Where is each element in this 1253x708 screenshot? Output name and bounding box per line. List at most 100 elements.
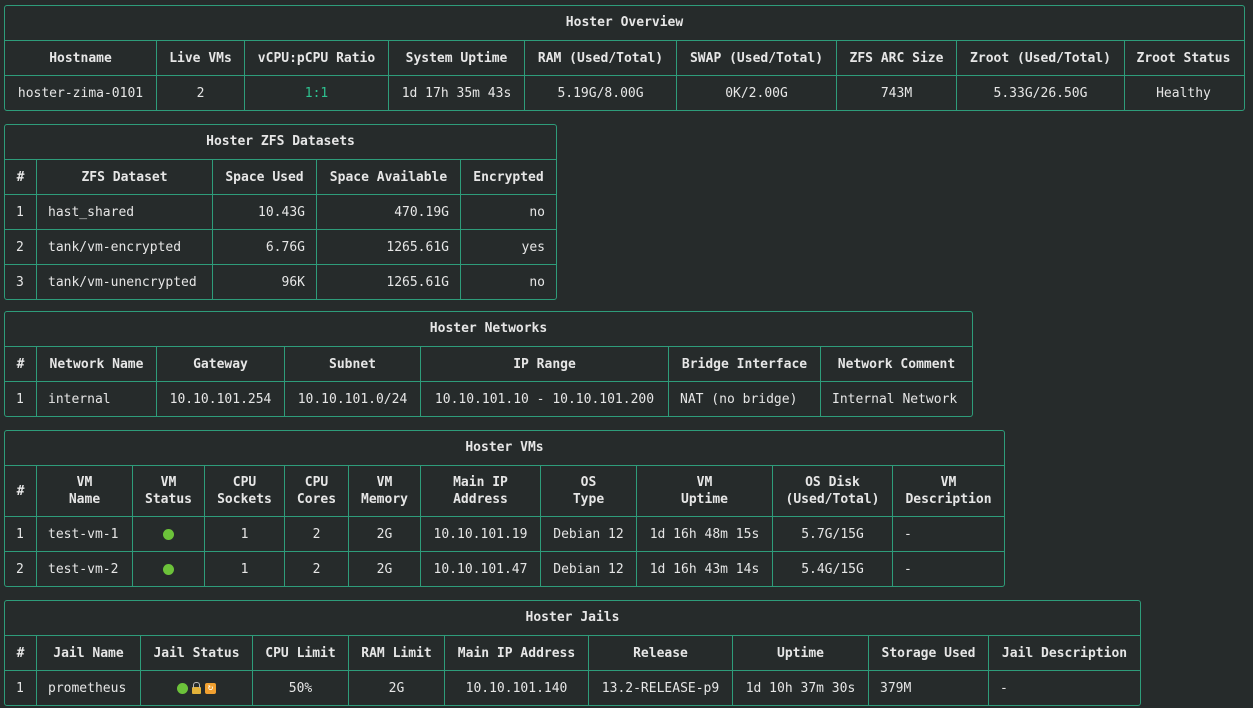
vm-memory: 2G bbox=[349, 517, 421, 551]
column-header: # bbox=[5, 636, 37, 670]
panel-title: Hoster Networks bbox=[5, 312, 972, 347]
cpu-ratio-cell: 1:1 bbox=[245, 76, 389, 110]
column-header: # bbox=[5, 160, 37, 194]
column-header: Network Name bbox=[37, 347, 157, 381]
header-line: Name bbox=[68, 492, 101, 507]
encrypted-flag: no bbox=[529, 204, 545, 220]
release: 13.2-RELEASE-p9 bbox=[589, 671, 733, 705]
column-header: Encrypted bbox=[473, 169, 544, 185]
row-index: 2 bbox=[5, 230, 37, 264]
dataset-name: tank/vm-unencrypted bbox=[37, 265, 213, 299]
column-header: Space Available bbox=[317, 160, 461, 194]
dataset-name: hast_shared bbox=[37, 195, 213, 229]
vm-uptime: 1d 16h 43m 14s bbox=[637, 552, 773, 586]
space-used: 6.76G bbox=[213, 230, 317, 264]
ip-range: 10.10.101.10 - 10.10.101.200 bbox=[421, 382, 669, 416]
column-header: Main IP Address bbox=[421, 466, 541, 516]
row-index: 3 bbox=[5, 265, 37, 299]
header-line: VM bbox=[160, 475, 177, 490]
header-line: Main IP bbox=[453, 475, 508, 490]
column-header: Main IP Address bbox=[445, 636, 589, 670]
ram-limit: 2G bbox=[349, 671, 445, 705]
main-ip: 10.10.101.19 bbox=[421, 517, 541, 551]
table-header-row: # VM Name VM Status CPU Sockets CPU Cores VM… bbox=[5, 466, 1004, 517]
header-line: OS bbox=[580, 475, 597, 490]
column-header: Live VMs bbox=[157, 41, 245, 75]
hoster-overview-panel: Hoster Overview Hostname Live VMs vCPU:p… bbox=[4, 5, 1245, 111]
panel-title: Hoster VMs bbox=[5, 431, 1004, 466]
column-header: Gateway bbox=[157, 347, 285, 381]
cpu-cores: 2 bbox=[285, 517, 349, 551]
subnet: 10.10.101.0/24 bbox=[285, 382, 421, 416]
cpu-limit: 50% bbox=[253, 671, 349, 705]
header-line: OS Disk bbox=[805, 475, 860, 490]
running-dot-icon bbox=[163, 563, 174, 575]
header-line: CPU bbox=[232, 475, 257, 490]
vm-name: test-vm-2 bbox=[37, 552, 133, 586]
vm-memory: 2G bbox=[349, 552, 421, 586]
space-used: 96K bbox=[213, 265, 317, 299]
header-line: Cores bbox=[296, 492, 337, 507]
header-line: Uptime bbox=[681, 492, 728, 507]
running-dot-icon bbox=[177, 682, 188, 694]
column-header: Uptime bbox=[733, 636, 869, 670]
cpu-sockets: 1 bbox=[205, 552, 285, 586]
panel-title: Hoster Jails bbox=[5, 601, 1140, 636]
row-index: 1 bbox=[5, 517, 37, 551]
space-available: 1265.61G bbox=[317, 265, 461, 299]
jail-status: ↻ bbox=[141, 671, 253, 705]
vm-description: - bbox=[904, 561, 912, 577]
column-header: vCPU:pCPU Ratio bbox=[245, 41, 389, 75]
row-index: 1 bbox=[5, 671, 37, 705]
vm-uptime: 1d 16h 48m 15s bbox=[637, 517, 773, 551]
column-header: RAM Limit bbox=[349, 636, 445, 670]
vms-panel: Hoster VMs # VM Name VM Status CPU Sockets … bbox=[4, 430, 1005, 587]
header-line: Address bbox=[453, 492, 508, 507]
table-header-row: # Network Name Gateway Subnet IP Range B… bbox=[5, 347, 972, 382]
column-header: VM Uptime bbox=[637, 466, 773, 516]
column-header: IP Range bbox=[421, 347, 669, 381]
network-name: internal bbox=[37, 382, 157, 416]
panel-title: Hoster Overview bbox=[5, 6, 1244, 41]
ram-cell: 5.19G/8.00G bbox=[525, 76, 677, 110]
column-header: Jail Status bbox=[141, 636, 253, 670]
table-header-row: # ZFS Dataset Space Used Space Available… bbox=[5, 160, 556, 195]
header-line: (Used/Total) bbox=[785, 492, 880, 507]
table-header-row: # Jail Name Jail Status CPU Limit RAM Li… bbox=[5, 636, 1140, 671]
space-used: 10.43G bbox=[213, 195, 317, 229]
column-header: Jail Name bbox=[37, 636, 141, 670]
column-header: CPU Limit bbox=[253, 636, 349, 670]
header-line: VM bbox=[376, 475, 393, 490]
header-line: VM bbox=[940, 475, 957, 490]
cpu-cores: 2 bbox=[285, 552, 349, 586]
column-header: VM Memory bbox=[349, 466, 421, 516]
column-header: # bbox=[5, 466, 37, 516]
table-row: 1 test-vm-1 1 2 2G 10.10.101.19 Debian 1… bbox=[5, 517, 1004, 552]
column-header: VM Status bbox=[133, 466, 205, 516]
os-disk: 5.7G/15G bbox=[773, 517, 893, 551]
os-type: Debian 12 bbox=[541, 517, 637, 551]
column-header: Bridge Interface bbox=[669, 347, 821, 381]
header-line: VM bbox=[76, 475, 93, 490]
arc-size-cell: 743M bbox=[837, 76, 957, 110]
column-header: Zroot (Used/Total) bbox=[957, 41, 1125, 75]
column-header: Space Used bbox=[213, 160, 317, 194]
column-header: Release bbox=[589, 636, 733, 670]
table-row: 2 tank/vm-encrypted 6.76G 1265.61G yes bbox=[5, 230, 556, 265]
table-row: hoster-zima-0101 2 1:1 1d 17h 35m 43s 5.… bbox=[5, 76, 1244, 110]
column-header: Hostname bbox=[5, 41, 157, 75]
os-disk: 5.4G/15G bbox=[773, 552, 893, 586]
header-line: # bbox=[16, 483, 25, 499]
encrypted-flag: yes bbox=[521, 239, 545, 255]
dataset-name: tank/vm-encrypted bbox=[37, 230, 213, 264]
table-row: 1 internal 10.10.101.254 10.10.101.0/24 … bbox=[5, 382, 972, 416]
zroot-usage-cell: 5.33G/26.50G bbox=[957, 76, 1125, 110]
lock-icon bbox=[192, 681, 201, 694]
column-header: OS Type bbox=[541, 466, 637, 516]
main-ip: 10.10.101.140 bbox=[445, 671, 589, 705]
table-row: 2 test-vm-2 1 2 2G 10.10.101.47 Debian 1… bbox=[5, 552, 1004, 586]
column-header: CPU Sockets bbox=[205, 466, 285, 516]
column-header: SWAP (Used/Total) bbox=[677, 41, 837, 75]
column-header: ZFS Dataset bbox=[37, 160, 213, 194]
encrypted-flag: no bbox=[529, 274, 545, 290]
